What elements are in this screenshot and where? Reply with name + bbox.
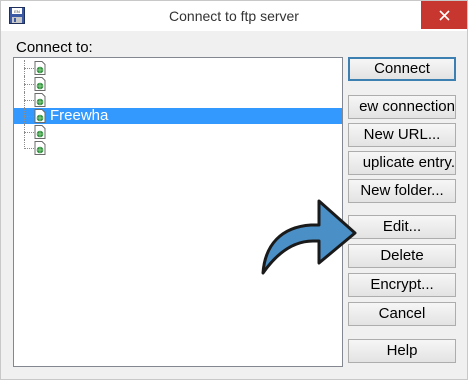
page-globe-icon: [34, 77, 46, 91]
cancel-button[interactable]: Cancel: [348, 302, 456, 326]
tree-line: [24, 68, 34, 69]
page-globe-icon: [34, 61, 46, 75]
close-icon: [438, 10, 450, 21]
tree-line: [24, 148, 34, 149]
tree-line: [24, 116, 34, 117]
new-folder-button[interactable]: New folder...: [348, 179, 456, 203]
tree-item[interactable]: [14, 60, 342, 76]
duplicate-entry-label: uplicate entry.: [362, 154, 455, 171]
tree-line: [24, 132, 34, 133]
delete-button[interactable]: Delete: [348, 244, 456, 268]
tree-item-selected[interactable]: Freewha: [14, 107, 342, 124]
tree-line: [24, 100, 34, 101]
help-button[interactable]: Help: [348, 339, 456, 363]
new-connection-button[interactable]: ew connection: [348, 95, 456, 119]
tree-item-label: Freewha: [50, 107, 109, 124]
tree-item[interactable]: [14, 140, 342, 156]
curved-arrow-icon: [261, 199, 357, 275]
close-button[interactable]: [421, 1, 467, 29]
page-globe-icon: [34, 125, 46, 139]
edit-button[interactable]: Edit...: [348, 215, 456, 239]
page-globe-icon: [34, 109, 46, 123]
tree-line: [24, 84, 34, 85]
duplicate-entry-button[interactable]: uplicate entry.: [348, 151, 456, 175]
encrypt-button[interactable]: Encrypt...: [348, 273, 456, 297]
connect-button[interactable]: Connect: [348, 57, 456, 81]
window-title: Connect to ftp server: [169, 8, 299, 24]
tree-item[interactable]: [14, 76, 342, 92]
tree-item[interactable]: [14, 92, 342, 108]
new-connection-label: ew connection: [359, 98, 455, 115]
page-globe-icon: [34, 141, 46, 155]
connect-dialog: EN Connect to ftp server Connect to: Fre…: [0, 0, 468, 380]
tree-item[interactable]: [14, 124, 342, 140]
page-globe-icon: [34, 93, 46, 107]
title-bar: EN Connect to ftp server: [1, 1, 467, 31]
new-url-button[interactable]: New URL...: [348, 123, 456, 147]
connect-to-label: Connect to:: [16, 39, 93, 56]
